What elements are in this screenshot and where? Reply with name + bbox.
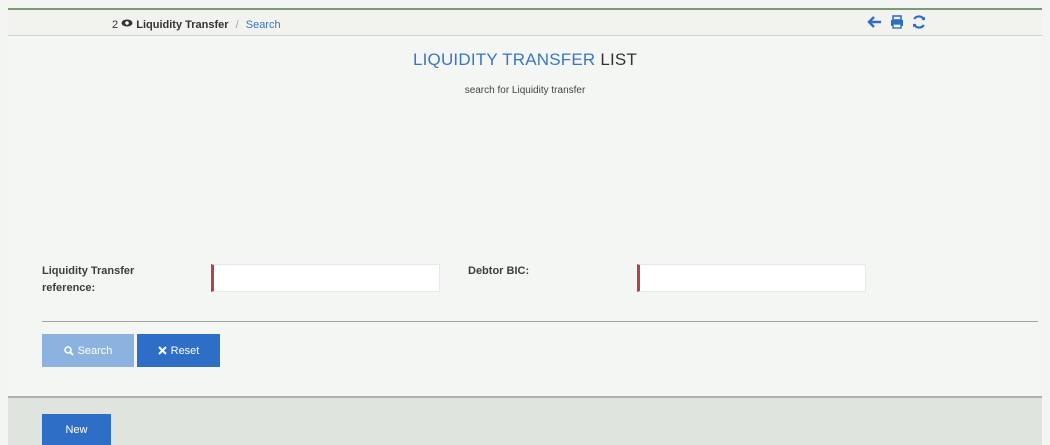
breadcrumb-separator: / [235, 19, 239, 31]
debtor-bic-label: Debtor BIC: [468, 265, 530, 277]
reset-button-label: Reset [170, 344, 200, 357]
reference-label: Liquidity Transfer reference: [42, 263, 134, 297]
search-icon [63, 345, 74, 356]
search-button[interactable]: Search [42, 334, 134, 367]
reference-label-line1: Liquidity Transfer [42, 265, 135, 277]
reset-button[interactable]: Reset [137, 334, 220, 367]
top-bar: 2 Liquidity Transfer / Search [8, 8, 1042, 36]
reference-input[interactable] [214, 265, 439, 291]
page-title: LIQUIDITY TRANSFER LIST [0, 50, 1050, 70]
reference-field [211, 264, 440, 292]
debtor-bic-field [637, 264, 866, 292]
view-count: 2 [112, 19, 119, 31]
debtor-bic-input[interactable] [640, 265, 865, 291]
close-icon [157, 346, 167, 355]
reference-label-line2: reference: [42, 282, 96, 294]
page-title-suffix: LIST [600, 50, 638, 69]
toolbar [867, 14, 927, 30]
page-subtitle: search for Liquidity transfer [464, 85, 586, 96]
back-arrow-icon[interactable] [867, 14, 883, 30]
footer-bar [8, 396, 1042, 445]
new-button[interactable]: New [42, 414, 111, 445]
form-divider [42, 321, 1038, 322]
breadcrumb: 2 Liquidity Transfer / Search [112, 17, 281, 31]
new-button-label: New [65, 423, 88, 436]
refresh-icon[interactable] [911, 14, 927, 30]
breadcrumb-search-link[interactable]: Search [246, 19, 281, 31]
print-icon[interactable] [889, 14, 905, 30]
page-title-main: LIQUIDITY TRANSFER [412, 50, 596, 69]
breadcrumb-current: Liquidity Transfer [136, 19, 229, 31]
eye-icon [121, 19, 133, 27]
search-button-label: Search [77, 344, 113, 357]
